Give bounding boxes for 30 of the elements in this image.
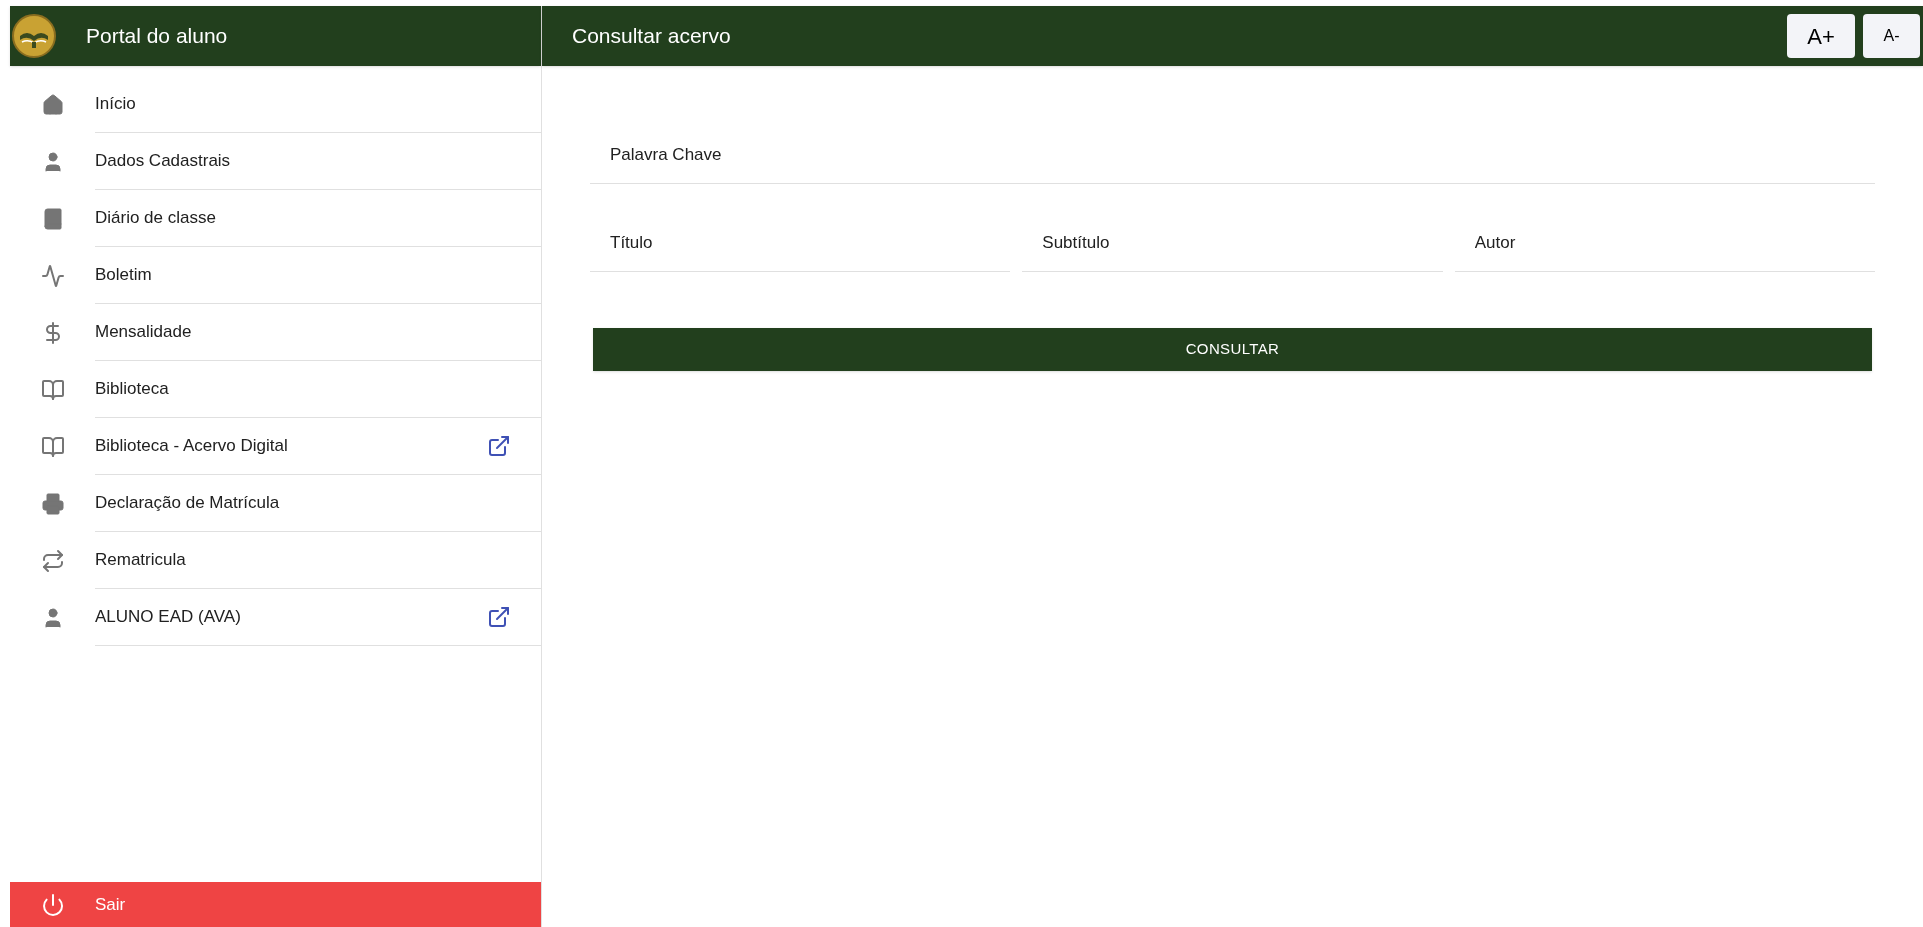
power-icon	[40, 892, 65, 917]
sidebar-item[interactable]: Boletim	[95, 247, 541, 304]
sidebar-item[interactable]: Rematricula	[95, 532, 541, 589]
sidebar-item[interactable]: Declaração de Matrícula	[95, 475, 541, 532]
sidebar-item[interactable]: Mensalidade	[95, 304, 541, 361]
sidebar-item[interactable]: Início	[95, 76, 541, 133]
printer-icon	[40, 491, 65, 516]
home-icon	[40, 92, 65, 117]
external-link-icon	[487, 605, 511, 629]
sidebar-item[interactable]: ALUNO EAD (AVA)	[95, 589, 541, 646]
search-field[interactable]: Autor	[1454, 214, 1875, 272]
font-size-button[interactable]: A-	[1863, 14, 1920, 58]
keyword-field[interactable]: Palavra Chave	[590, 126, 1875, 184]
sidebar-item[interactable]: Diário de classe	[95, 190, 541, 247]
logo-icon	[12, 14, 56, 58]
search-field[interactable]: Título	[590, 214, 1011, 272]
page-title: Consultar acervo	[572, 23, 731, 50]
pulse-icon	[40, 263, 65, 288]
portal-title: Portal do aluno	[86, 23, 228, 50]
sidebar-item[interactable]: Biblioteca	[95, 361, 541, 418]
consultar-button[interactable]: CONSULTAR	[593, 328, 1872, 371]
logout-button[interactable]: Sair	[10, 882, 541, 927]
swap-arrows-icon	[40, 548, 65, 573]
font-size-button[interactable]: A+	[1787, 14, 1855, 58]
external-link-icon	[487, 434, 511, 458]
open-book-icon	[40, 434, 65, 459]
open-book-icon	[40, 377, 65, 402]
sidebar-item[interactable]: Dados Cadastrais	[95, 133, 541, 190]
sidebar-item[interactable]: Biblioteca - Acervo Digital	[95, 418, 541, 475]
search-field[interactable]: Subtítulo	[1022, 214, 1443, 272]
